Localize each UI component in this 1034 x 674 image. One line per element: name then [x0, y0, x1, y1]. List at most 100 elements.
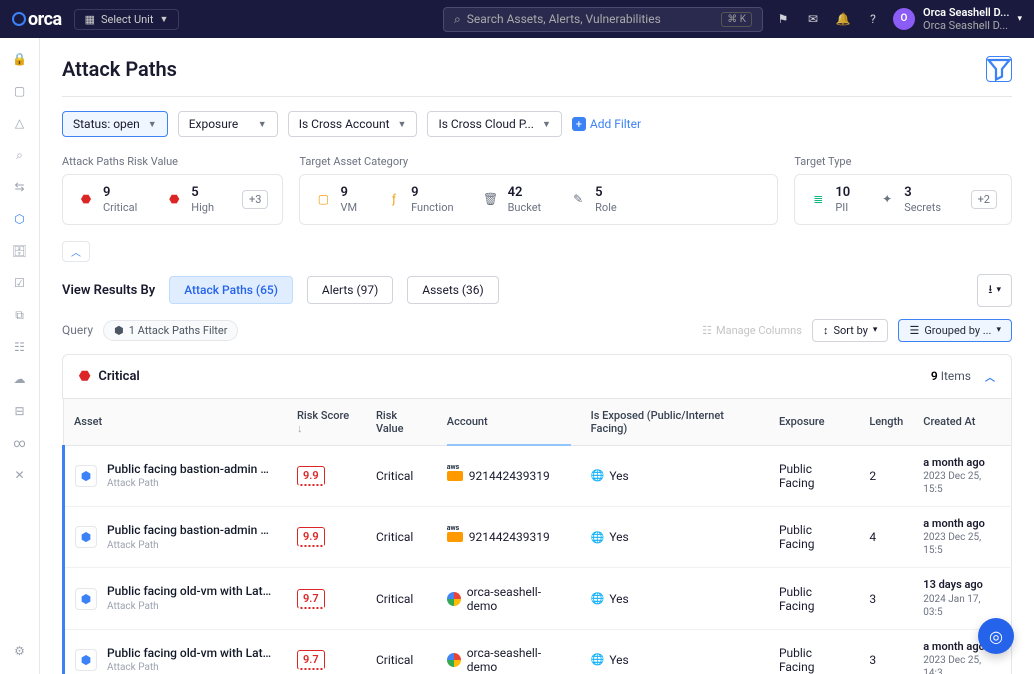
- sort-button[interactable]: ↕ Sort by ▾: [812, 319, 888, 342]
- stats-risk-more[interactable]: +3: [242, 190, 268, 209]
- group-button[interactable]: ☰ Grouped by ... ▾: [898, 319, 1012, 342]
- key-icon: ✦: [878, 190, 896, 208]
- asset-subtype: Attack Path: [107, 539, 277, 552]
- globe-icon: 🌐: [591, 592, 605, 605]
- stat-function[interactable]: ƒ9Function: [385, 185, 453, 214]
- graph-icon[interactable]: ⇆: [11, 178, 29, 196]
- col-exposed[interactable]: Is Exposed (Public/Internet Facing): [581, 399, 769, 446]
- risk-value-cell: Critical: [366, 629, 437, 674]
- risk-score-badge: 9.7: [297, 589, 325, 609]
- filter-status[interactable]: Status: open▼: [62, 111, 168, 137]
- help-fab-button[interactable]: ◎: [978, 618, 1014, 654]
- attack-path-row-icon: ⬢: [75, 526, 97, 548]
- search-kbd-hint: ⌘ K: [721, 12, 752, 27]
- filter-exposure[interactable]: Exposure▼: [178, 111, 278, 137]
- plus-icon: +: [572, 117, 586, 131]
- col-account[interactable]: Account: [437, 399, 581, 446]
- risk-value-cell: Critical: [366, 568, 437, 629]
- shuffle-icon[interactable]: ✕: [11, 466, 29, 484]
- pipeline-icon[interactable]: ⊟: [11, 402, 29, 420]
- table-row[interactable]: ⬢Public facing bastion-admin with L...At…: [64, 445, 1012, 506]
- stat-vm[interactable]: ▢9VM: [314, 185, 357, 214]
- search-nav-icon[interactable]: ⌕: [11, 146, 29, 164]
- chevron-up-icon: ︿: [985, 369, 995, 384]
- add-filter-button[interactable]: + Add Filter: [572, 117, 641, 131]
- topbar: orca ▦ Select Unit ▼ ⌕ Search Assets, Al…: [0, 0, 1034, 38]
- collapse-stats-button[interactable]: ︿: [62, 241, 90, 262]
- shield-icon: ⬣: [165, 190, 183, 208]
- exposure-cell: Public Facing: [769, 629, 859, 674]
- risk-score-badge: 9.9: [297, 527, 325, 547]
- flag-icon[interactable]: ⚑: [775, 11, 791, 27]
- tab-attack-paths[interactable]: Attack Paths (65): [169, 276, 293, 304]
- help-icon[interactable]: ?: [865, 11, 881, 27]
- role-icon: ✎: [569, 190, 587, 208]
- length-cell: 3: [859, 629, 913, 674]
- bell-icon[interactable]: 🔔: [835, 11, 851, 27]
- page-title: Attack Paths: [62, 57, 177, 81]
- chevron-down-icon: ▾: [996, 325, 1001, 335]
- dashboard-icon[interactable]: ▢: [11, 82, 29, 100]
- stat-critical[interactable]: ⬣ 9Critical: [77, 185, 137, 214]
- aws-icon: [447, 532, 463, 542]
- exposure-cell: Public Facing: [769, 568, 859, 629]
- table-row[interactable]: ⬢Public facing old-vm with Lateral M...A…: [64, 629, 1012, 674]
- filter-cross-cloud[interactable]: Is Cross Cloud P...▼: [427, 111, 561, 137]
- lock-icon[interactable]: 🔒: [11, 50, 29, 68]
- vm-icon: ▢: [314, 190, 332, 208]
- infinity-icon[interactable]: ∞: [11, 434, 29, 452]
- sort-icon: ↕: [823, 324, 829, 337]
- stats-type-more[interactable]: +2: [971, 190, 997, 209]
- stat-secrets[interactable]: ✦3Secrets: [878, 185, 941, 214]
- user-menu[interactable]: O Orca Seashell D... Orca Seashell D... …: [893, 6, 1022, 32]
- checklist-icon[interactable]: ☑: [11, 274, 29, 292]
- settings-gear-icon[interactable]: ⚙: [11, 642, 29, 660]
- stat-role[interactable]: ✎5Role: [569, 185, 617, 214]
- stat-pii[interactable]: ≣10PII: [809, 185, 850, 214]
- col-exposure[interactable]: Exposure: [769, 399, 859, 446]
- download-button[interactable]: ⭳▾: [977, 274, 1012, 307]
- filter-toggle-button[interactable]: [986, 56, 1012, 82]
- col-created[interactable]: Created At: [913, 399, 1011, 446]
- query-filter-pill[interactable]: ⬢ 1 Attack Paths Filter: [103, 320, 238, 341]
- filter-chip-icon: ⬢: [114, 324, 124, 337]
- risk-score-badge: 9.9: [297, 466, 325, 486]
- table-row[interactable]: ⬢ Public facing bastion-admin with L...At…: [64, 507, 1012, 568]
- tab-assets[interactable]: Assets (36): [407, 276, 498, 304]
- database-icon[interactable]: ☷: [11, 338, 29, 356]
- asset-title: Public facing bastion-admin with L...: [107, 462, 277, 478]
- col-risk-score[interactable]: Risk Score ↓: [287, 399, 366, 446]
- doc-icon: ≣: [809, 190, 827, 208]
- global-search[interactable]: ⌕ Search Assets, Alerts, Vulnerabilities…: [443, 7, 763, 32]
- stat-high[interactable]: ⬣ 5High: [165, 185, 214, 214]
- col-length[interactable]: Length: [859, 399, 913, 446]
- length-cell: 2: [859, 445, 913, 506]
- manage-columns-button[interactable]: ☷ Manage Columns: [702, 324, 802, 337]
- stat-bucket[interactable]: 🗑42Bucket: [482, 185, 542, 214]
- col-risk-value[interactable]: Risk Value: [366, 399, 437, 446]
- user-org: Orca Seashell D...: [923, 19, 1009, 32]
- exposed-cell: 🌐Yes: [591, 469, 759, 483]
- group-header-critical[interactable]: ⬣ Critical 9 Items ︿: [62, 354, 1012, 399]
- account-cell: orca-seashell-demo: [447, 585, 571, 613]
- compliance-icon[interactable]: ⧉: [11, 306, 29, 324]
- filter-cross-account[interactable]: Is Cross Account▼: [288, 111, 418, 137]
- chevron-down-icon: ▼: [159, 14, 168, 25]
- send-icon[interactable]: ✉: [805, 11, 821, 27]
- tab-alerts[interactable]: Alerts (97): [307, 276, 393, 304]
- account-cell: 921442439319: [447, 469, 571, 483]
- cloud-icon[interactable]: ☁: [11, 370, 29, 388]
- chevron-down-icon: ▼: [148, 119, 157, 130]
- unit-selector[interactable]: ▦ Select Unit ▼: [74, 9, 180, 30]
- table-row[interactable]: ⬢Public facing old-vm with Lateral M...A…: [64, 568, 1012, 629]
- asset-title: Public facing bastion-admin with L...: [107, 523, 277, 539]
- function-icon: ƒ: [385, 190, 403, 208]
- aws-icon: [447, 471, 463, 481]
- group-count: 9 Items: [931, 369, 971, 383]
- alert-triangle-icon[interactable]: △: [11, 114, 29, 132]
- account-cell: 921442439319: [447, 530, 571, 544]
- asset-subtype: Attack Path: [107, 477, 277, 490]
- attack-path-icon[interactable]: ⬡: [11, 210, 29, 228]
- col-asset[interactable]: Asset: [64, 399, 288, 446]
- case-icon[interactable]: 🗄: [11, 242, 29, 260]
